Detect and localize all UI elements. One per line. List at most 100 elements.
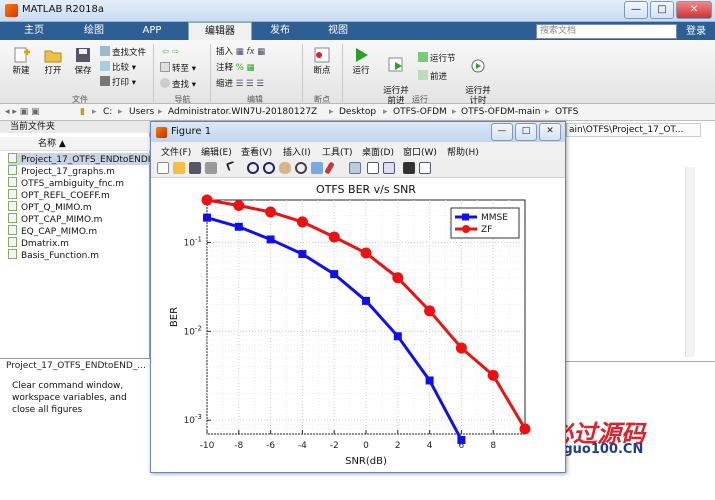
menu-insert[interactable]: 插入(I) (283, 145, 311, 158)
new-figure-icon[interactable] (157, 162, 169, 174)
find-button[interactable]: 查找 ▾ (160, 78, 196, 90)
file-item[interactable]: Dmatrix.m (8, 237, 69, 249)
nav-arrows[interactable]: ⇦ ⇨ (162, 46, 179, 58)
back-forward-icon[interactable]: ◂ ▸ ▣ ▣ (5, 107, 40, 117)
colorbar-icon[interactable] (367, 162, 379, 174)
details-panel: Project_17_OTFS_ENDtoEND_... Clear comma… (0, 358, 150, 500)
brush-icon[interactable] (324, 161, 335, 175)
insert-icon: ▦ fx ▦ (235, 47, 266, 57)
breadcrumb-admin[interactable]: Administrator.WIN7U-20180127Z (168, 107, 317, 117)
insert-button[interactable]: 插入 ▦ fx ▦ (216, 46, 265, 58)
name-column-header[interactable]: 名称 ▲ (0, 137, 150, 151)
comment-label: 注释 (216, 63, 234, 73)
breadcrumb-otfs-ofdm[interactable]: OTFS-OFDM (393, 107, 447, 117)
data-point-mmse (234, 222, 243, 231)
x-tick-label: -8 (234, 441, 243, 451)
breakpoints-icon (314, 47, 330, 63)
data-cursor-icon[interactable] (311, 162, 323, 174)
file-item[interactable]: Basis_Function.m (8, 249, 99, 261)
file-label: OPT_Q_MIMO.m (21, 203, 92, 213)
file-item[interactable]: Project_17_graphs.m (8, 165, 115, 177)
maximize-button[interactable]: □ (650, 1, 674, 19)
goto-label: 转至 (172, 64, 190, 74)
menu-help[interactable]: 帮助(H) (447, 145, 479, 158)
tab-publish[interactable]: 发布 (256, 22, 304, 40)
current-folder-title: 当前文件夹 (0, 121, 150, 133)
matlab-logo-icon (156, 127, 167, 138)
indent-button[interactable]: 缩进 ☰ ☰ ☰ (216, 78, 264, 90)
file-item[interactable]: Project_17_OTFS_ENDtoENDI (8, 153, 151, 165)
menu-window[interactable]: 窗口(W) (403, 145, 437, 158)
tab-home[interactable]: 主页 (10, 22, 58, 40)
hide-tools-icon[interactable] (403, 162, 415, 174)
new-button[interactable]: 新建 (6, 46, 36, 76)
matlab-logo-icon (5, 4, 18, 17)
search-input[interactable]: 搜索文档 (536, 24, 677, 39)
data-point-zf (296, 216, 308, 228)
file-item[interactable]: OPT_REFL_COEFF.m (8, 189, 110, 201)
tab-editor[interactable]: 编辑器 (188, 22, 252, 40)
find-files-button[interactable]: 查找文件 (100, 46, 146, 58)
run-section-icon (418, 52, 428, 62)
breakpoints-button[interactable]: 断点 (306, 46, 338, 76)
menu-tools[interactable]: 工具(T) (322, 145, 353, 158)
tab-view[interactable]: 视图 (314, 22, 362, 40)
x-tick-label: 2 (395, 441, 401, 451)
print-button[interactable]: 打印 ▾ (100, 76, 136, 88)
rotate-icon[interactable] (295, 162, 307, 174)
breadcrumb-otfs-ofdm-main[interactable]: OTFS-OFDM-main (461, 107, 541, 117)
x-tick-label: -10 (200, 441, 215, 451)
file-item[interactable]: OPT_CAP_MIMO.m (8, 213, 102, 225)
figure-maximize-button[interactable]: □ (515, 123, 537, 141)
minimize-button[interactable]: — (624, 1, 648, 19)
run-section-button[interactable]: 运行节 (418, 52, 456, 64)
file-item[interactable]: EQ_CAP_MIMO.m (8, 225, 97, 237)
y-tick-label: 10-2 (184, 324, 202, 337)
comment-button[interactable]: 注释 % ▦ (216, 62, 255, 74)
editor-scrollbar[interactable] (685, 167, 695, 357)
file-item[interactable]: OTFS_ambiguity_fnc.m (8, 177, 124, 189)
open-button[interactable]: 打开 (38, 46, 68, 76)
figure-close-button[interactable]: ✕ (539, 123, 561, 141)
legend-icon[interactable] (383, 162, 395, 174)
zoom-out-icon[interactable] (263, 162, 275, 174)
breadcrumb-users[interactable]: Users (129, 107, 154, 117)
tab-plots[interactable]: 绘图 (70, 22, 118, 40)
tab-apps[interactable]: APP (128, 22, 176, 40)
comment-icon: % ▦ (235, 63, 255, 73)
zoom-in-icon[interactable] (247, 162, 259, 174)
breadcrumb-c[interactable]: C: (103, 107, 112, 117)
figure-minimize-button[interactable]: — (491, 123, 513, 141)
data-point-mmse (393, 332, 402, 341)
print-icon[interactable] (205, 162, 217, 174)
login-link[interactable]: 登录 (680, 24, 712, 39)
figure-title: Figure 1 (171, 126, 212, 137)
plot-area: -10 -8 -6 -4 -2 0 2 4 6 8 10-1 10-2 10-3 OTFS BER v/s… (151, 178, 565, 472)
save-icon[interactable] (189, 162, 201, 174)
compare-button[interactable]: 比较 ▾ (100, 61, 136, 73)
data-point-zf (201, 194, 213, 206)
menu-edit[interactable]: 编辑(E) (201, 145, 232, 158)
file-icon (8, 153, 17, 163)
file-icon (8, 177, 17, 187)
menu-desktop[interactable]: 桌面(D) (362, 145, 394, 158)
run-button[interactable]: 运行 (346, 46, 376, 76)
advance-button[interactable]: 前进 (418, 70, 447, 82)
link-icon[interactable] (349, 162, 361, 174)
run-time-button[interactable]: 运行并 计时 (460, 46, 496, 106)
pointer-icon[interactable] (225, 160, 237, 172)
indent-icon: ☰ ☰ ☰ (235, 79, 264, 89)
legend-marker (462, 225, 470, 233)
pan-icon[interactable] (279, 162, 291, 174)
menu-view[interactable]: 查看(V) (241, 145, 272, 158)
file-item[interactable]: OPT_Q_MIMO.m (8, 201, 92, 213)
show-tools-icon[interactable] (419, 162, 431, 174)
goto-button[interactable]: 转至 ▾ (160, 62, 196, 74)
figure-toolbar (151, 159, 565, 178)
menu-file[interactable]: 文件(F) (161, 145, 191, 158)
breadcrumb-otfs[interactable]: OTFS (555, 107, 578, 117)
breadcrumb-desktop[interactable]: Desktop (339, 107, 376, 117)
save-button[interactable]: 保存 (68, 46, 98, 76)
open-icon[interactable] (173, 162, 185, 174)
close-button[interactable]: ✕ (676, 1, 712, 19)
